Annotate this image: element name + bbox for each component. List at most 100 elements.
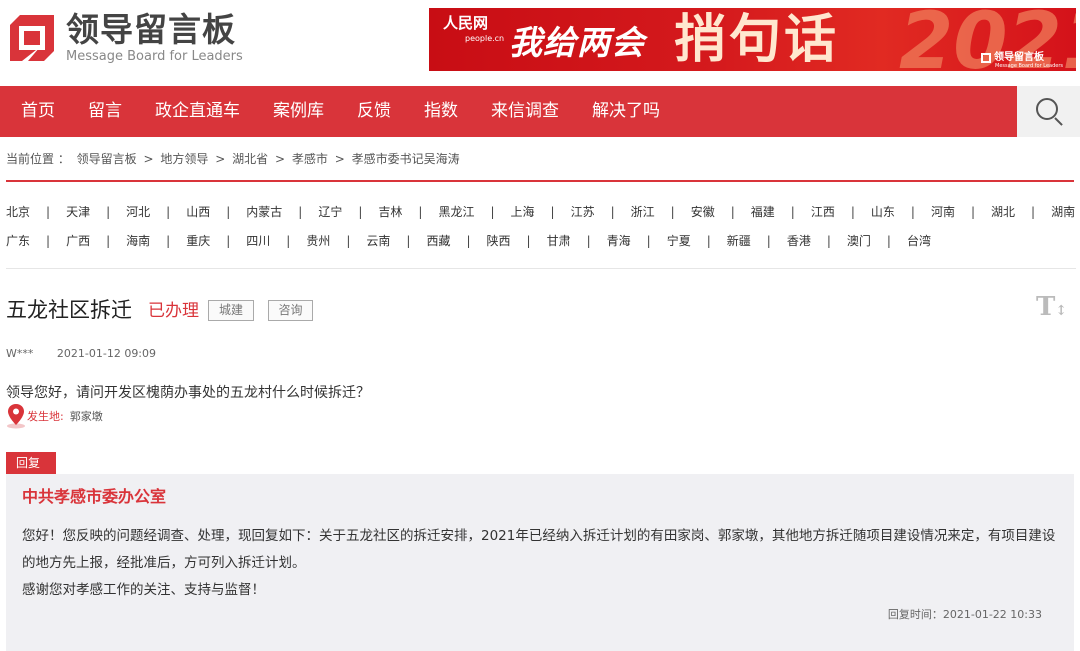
region-link[interactable]: 江西 xyxy=(811,203,835,220)
region-link[interactable]: 上海 xyxy=(511,203,535,220)
region-separator: | xyxy=(850,204,855,219)
reply-time-label: 回复时间： xyxy=(887,608,943,621)
reply-tag: 回复 xyxy=(6,452,56,474)
message-meta: W*** 2021-01-12 09:09 xyxy=(6,347,156,361)
nav-item-messages[interactable]: 留言 xyxy=(88,86,122,137)
nav-items: 首页 留言 政企直通车 案例库 反馈 指数 来信调查 解决了吗 xyxy=(0,86,672,137)
nav-item-index[interactable]: 指数 xyxy=(424,86,458,137)
region-link[interactable]: 青海 xyxy=(607,232,631,249)
location-value: 郭家墩 xyxy=(69,410,103,423)
region-link[interactable]: 宁夏 xyxy=(667,232,691,249)
region-row-1: 北京 | 天津 | 河北 | 山西 | 内蒙古 | 辽宁 | 吉林 | 黑龙江 | 上海 | 江苏 | 浙江 | 安徽 | 福建… xyxy=(6,197,1076,226)
font-size-toggle-icon[interactable]: T↕ xyxy=(1036,292,1067,326)
region-selector: 北京 | 天津 | 河北 | 山西 | 内蒙古 | 辽宁 | 吉林 | 黑龙江 | 上海 | 江苏 | 浙江 | 安徽 | 福建… xyxy=(6,197,1076,255)
location-pin-icon xyxy=(6,403,26,429)
region-link[interactable]: 河北 xyxy=(126,203,150,220)
region-link[interactable]: 山东 xyxy=(871,203,895,220)
nav-item-feedback[interactable]: 反馈 xyxy=(357,86,391,137)
logo-mark-icon xyxy=(6,13,58,65)
region-link[interactable]: 江苏 xyxy=(571,203,595,220)
banner-slogan-big: 捎句话 xyxy=(674,10,840,70)
tag-category[interactable]: 城建 xyxy=(208,300,254,321)
nav-item-cases[interactable]: 案例库 xyxy=(273,86,324,137)
message-title: 五龙社区拆迁 xyxy=(6,298,132,322)
region-link[interactable]: 广西 xyxy=(66,232,90,249)
region-link[interactable]: 内蒙古 xyxy=(246,203,282,220)
nav-item-resolved[interactable]: 解决了吗 xyxy=(592,86,660,137)
breadcrumb-separator: > xyxy=(215,152,226,166)
region-link[interactable]: 陕西 xyxy=(487,232,511,249)
region-link[interactable]: 贵州 xyxy=(306,232,330,249)
region-link[interactable]: 西藏 xyxy=(426,232,450,249)
tag-type[interactable]: 咨询 xyxy=(268,300,313,321)
search-button[interactable] xyxy=(1017,86,1080,137)
region-separator: | xyxy=(646,233,651,248)
region-link[interactable]: 澳门 xyxy=(847,232,871,249)
region-separator: | xyxy=(286,233,291,248)
region-link[interactable]: 福建 xyxy=(751,203,775,220)
breadcrumb-separator: > xyxy=(143,152,154,166)
region-separator: | xyxy=(406,233,411,248)
region-link[interactable]: 甘肃 xyxy=(547,232,571,249)
nav-item-survey[interactable]: 来信调查 xyxy=(491,86,559,137)
banner-publisher: 人民网 xyxy=(443,14,489,32)
reply-body: 您好！您反映的问题经调查、处理，现回复如下：关于五龙社区的拆迁安排，2021年已… xyxy=(22,523,1062,604)
reply-paragraph: 您好！您反映的问题经调查、处理，现回复如下：关于五龙社区的拆迁安排，2021年已… xyxy=(22,528,1056,571)
region-link[interactable]: 台湾 xyxy=(907,232,931,249)
region-separator: | xyxy=(886,233,891,248)
site-logo[interactable]: 领导留言板 Message Board for Leaders xyxy=(6,12,243,65)
region-separator: | xyxy=(790,204,795,219)
region-link[interactable]: 辽宁 xyxy=(318,203,342,220)
region-link[interactable]: 湖北 xyxy=(991,203,1015,220)
region-link[interactable]: 广东 xyxy=(6,232,30,249)
region-separator: | xyxy=(526,233,531,248)
region-separator: | xyxy=(670,204,675,219)
regions-divider xyxy=(6,268,1076,269)
region-separator: | xyxy=(46,233,51,248)
region-separator: | xyxy=(106,233,111,248)
breadcrumb-item[interactable]: 孝感市 xyxy=(292,152,328,166)
author-name: W*** xyxy=(6,347,34,360)
region-link[interactable]: 黑龙江 xyxy=(438,203,474,220)
reply-time: 回复时间：2021-01-22 10:33 xyxy=(888,608,1042,622)
region-separator: | xyxy=(730,204,735,219)
region-link[interactable]: 海南 xyxy=(126,232,150,249)
reply-department: 中共孝感市委办公室 xyxy=(22,487,167,506)
region-link[interactable]: 浙江 xyxy=(631,203,655,220)
status-badge: 已办理 xyxy=(148,301,199,321)
region-link[interactable]: 湖南 xyxy=(1051,203,1075,220)
region-link[interactable]: 山西 xyxy=(186,203,210,220)
region-separator: | xyxy=(550,204,555,219)
logo-title: 领导留言板 xyxy=(66,10,236,49)
banner-slogan: 我给两会 xyxy=(509,23,645,62)
region-link[interactable]: 河南 xyxy=(931,203,955,220)
region-link[interactable]: 新疆 xyxy=(727,232,751,249)
region-separator: | xyxy=(358,204,363,219)
region-link[interactable]: 北京 xyxy=(6,203,30,220)
main-nav: 首页 留言 政企直通车 案例库 反馈 指数 来信调查 解决了吗 xyxy=(0,86,1080,137)
region-separator: | xyxy=(910,204,915,219)
region-link[interactable]: 重庆 xyxy=(186,232,210,249)
reply-time-value: 2021-01-22 10:33 xyxy=(942,608,1042,621)
breadcrumb-item[interactable]: 湖北省 xyxy=(232,152,268,166)
breadcrumb-item-current[interactable]: 孝感市委书记吴海涛 xyxy=(352,152,460,166)
region-link[interactable]: 云南 xyxy=(366,232,390,249)
breadcrumb-prefix: 当前位置 ： xyxy=(6,152,70,166)
region-separator: | xyxy=(46,204,51,219)
region-separator: | xyxy=(970,204,975,219)
banner-brand-icon xyxy=(981,53,991,63)
region-separator: | xyxy=(586,233,591,248)
region-link[interactable]: 安徽 xyxy=(691,203,715,220)
campaign-banner[interactable]: 人民网 people.cn 2021 我给两会 捎句话 领导留言板 Messag… xyxy=(429,8,1076,71)
region-link[interactable]: 天津 xyxy=(66,203,90,220)
breadcrumb-item[interactable]: 地方领导 xyxy=(160,152,208,166)
region-separator: | xyxy=(166,204,171,219)
region-separator: | xyxy=(706,233,711,248)
region-link[interactable]: 四川 xyxy=(246,232,270,249)
nav-item-home[interactable]: 首页 xyxy=(21,86,55,137)
region-link[interactable]: 吉林 xyxy=(378,203,402,220)
region-row-2: 广东 | 广西 | 海南 | 重庆 | 四川 | 贵州 | 云南 | 西藏 | 陕西 | 甘肃 | 青海 | 宁夏 | 新疆 | 香… xyxy=(6,226,1076,255)
breadcrumb-item[interactable]: 领导留言板 xyxy=(77,152,137,166)
nav-item-enterprise[interactable]: 政企直通车 xyxy=(155,86,240,137)
region-link[interactable]: 香港 xyxy=(787,232,811,249)
